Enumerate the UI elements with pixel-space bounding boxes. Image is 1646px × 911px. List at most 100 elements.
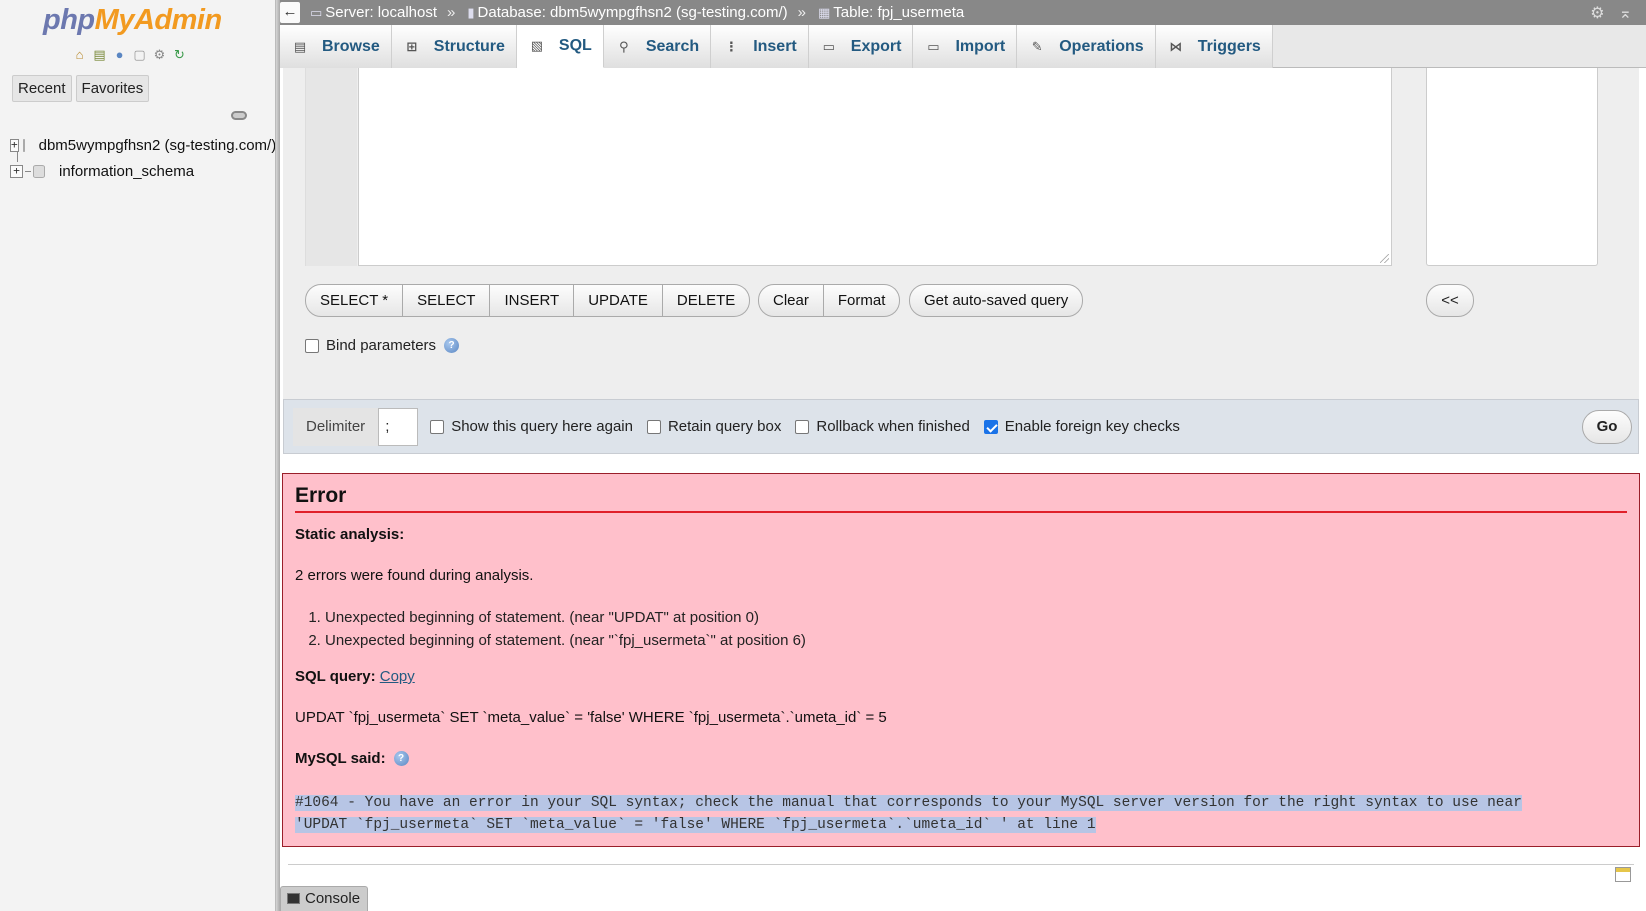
get-auto-saved-query-button[interactable]: Get auto-saved query — [909, 284, 1084, 317]
phpmyadmin-logo[interactable]: phpMyAdmin — [43, 3, 222, 37]
tree-item-information-schema[interactable]: + information_schema — [10, 158, 275, 184]
tab-sql[interactable]: ▧ SQL — [516, 25, 604, 68]
page-settings-icon[interactable] — [1615, 867, 1631, 882]
tab-label: SQL — [558, 37, 592, 54]
recent-favorites-tabs: Recent Favorites — [12, 75, 150, 102]
insert-icon: ⋮ — [724, 38, 738, 54]
mysql-error-line-2: 'UPDAT `fpj_usermeta` SET `meta_value` =… — [295, 817, 1096, 833]
error-title: Error — [295, 484, 1627, 513]
server-icon: ▭ — [310, 4, 323, 20]
foreign-key-checks-option[interactable]: Enable foreign key checks — [983, 418, 1180, 435]
sql-query-area: SELECT * SELECT INSERT UPDATE DELETE Cle… — [283, 68, 1639, 399]
breadcrumb-table[interactable]: ▦ Table: fpj_usermeta — [816, 4, 964, 21]
tab-label: Export — [850, 37, 902, 55]
navigation-resizer[interactable] — [276, 0, 280, 911]
mysql-error-line-1: #1064 - You have an error in your SQL sy… — [295, 795, 1522, 811]
foreign-key-checks-label[interactable]: Enable foreign key checks — [1005, 418, 1180, 435]
select-all-button[interactable]: SELECT * — [305, 284, 404, 317]
select-button[interactable]: SELECT — [403, 284, 491, 317]
retain-query-box-checkbox[interactable] — [646, 419, 661, 434]
sql-line-gutter — [305, 68, 357, 266]
resize-handle-icon[interactable] — [1380, 254, 1389, 263]
tab-label: Operations — [1059, 37, 1144, 55]
error-message-box: Error Static analysis: 2 errors were fou… — [282, 473, 1640, 847]
foreign-key-checks-checkbox[interactable] — [983, 419, 998, 434]
home-icon[interactable]: ⌂ — [71, 46, 88, 63]
database-tree: + dbm5wympgfhsn2 (sg-testing.com/) + inf… — [10, 132, 275, 184]
divider — [288, 864, 1634, 865]
tab-operations[interactable]: ✎ Operations — [1017, 25, 1156, 68]
breadcrumb-table-label[interactable]: Table: fpj_usermeta — [833, 4, 964, 21]
tab-label: Search — [645, 37, 700, 55]
reload-icon[interactable]: ↻ — [171, 46, 188, 63]
database-name[interactable]: dbm5wympgfhsn2 (sg-testing.com/) — [39, 137, 275, 154]
console-label: Console — [305, 890, 361, 907]
bind-parameters-label[interactable]: Bind parameters — [326, 337, 436, 354]
tab-insert[interactable]: ⋮ Insert — [711, 25, 809, 68]
tab-search[interactable]: ⚲ Search — [603, 25, 712, 68]
tab-import[interactable]: ▭ Import — [913, 25, 1018, 68]
bind-parameters-checkbox[interactable] — [305, 338, 319, 353]
tab-structure[interactable]: ⊞ Structure — [391, 25, 517, 68]
format-button[interactable]: Format — [823, 284, 901, 317]
tab-label: Import — [955, 37, 1006, 55]
breadcrumb-server[interactable]: ▭ Server: localhost — [308, 4, 437, 21]
breadcrumb-server-label[interactable]: Server: localhost — [325, 4, 437, 21]
settings-icon[interactable]: ⚙ — [151, 46, 168, 63]
logout-icon[interactable]: ▤ — [91, 46, 108, 63]
collapse-columns-button[interactable]: << — [1426, 284, 1474, 317]
collapse-top-icon[interactable]: ⌅ — [1619, 3, 1632, 23]
errors-found-text: 2 errors were found during analysis. — [295, 567, 534, 584]
mysql-said-row: MySQL said: ? — [295, 750, 409, 767]
delete-button[interactable]: DELETE — [662, 284, 751, 317]
error-list-item: Unexpected beginning of statement. (near… — [325, 606, 806, 629]
retain-query-box-label[interactable]: Retain query box — [668, 418, 781, 435]
go-button[interactable]: Go — [1582, 410, 1632, 444]
help-icon[interactable]: ● — [111, 46, 128, 63]
tab-browse[interactable]: ▤ Browse — [280, 25, 392, 68]
expand-icon[interactable]: + — [10, 138, 19, 152]
tab-export[interactable]: ▭ Export — [808, 25, 914, 68]
help-icon[interactable]: ? — [444, 338, 460, 353]
columns-list[interactable] — [1426, 68, 1598, 266]
mysql-error-code: #1064 - You have an error in your SQL sy… — [295, 792, 1522, 836]
operations-icon: ✎ — [1031, 38, 1043, 54]
docs-icon[interactable]: ▢ — [131, 46, 148, 63]
clear-button[interactable]: Clear — [758, 284, 824, 317]
settings-icon[interactable]: ⚙ — [1590, 3, 1604, 23]
tab-label: Browse — [322, 37, 380, 55]
collapse-navigation-button[interactable]: ← — [280, 2, 300, 23]
recent-tab[interactable]: Recent — [12, 75, 72, 102]
database-icon — [33, 164, 45, 178]
error-list: Unexpected beginning of statement. (near… — [325, 606, 806, 652]
show-query-again-label[interactable]: Show this query here again — [451, 418, 633, 435]
help-icon[interactable]: ? — [393, 751, 409, 766]
database-name[interactable]: information_schema — [59, 163, 194, 180]
update-button[interactable]: UPDATE — [574, 284, 663, 317]
import-icon: ▭ — [927, 38, 940, 54]
copy-query-link[interactable]: Copy — [380, 668, 415, 685]
show-query-again-option[interactable]: Show this query here again — [430, 418, 633, 435]
tab-triggers[interactable]: ⋈ Triggers — [1155, 25, 1273, 68]
breadcrumb-database[interactable]: ▮ Database: dbm5wympgfhsn2 (sg-testing.c… — [465, 4, 787, 21]
delimiter-input[interactable]: ; — [378, 407, 419, 446]
rollback-label[interactable]: Rollback when finished — [816, 418, 969, 435]
console-toggle[interactable]: Console — [280, 886, 368, 911]
nav-icon-bar: ⌂ ▤ ● ▢ ⚙ ↻ — [71, 46, 188, 63]
breadcrumb-database-label[interactable]: Database: dbm5wympgfhsn2 (sg-testing.com… — [478, 4, 788, 21]
tree-item-dbm5wympgfhsn2[interactable]: + dbm5wympgfhsn2 (sg-testing.com/) — [10, 132, 275, 158]
sql-icon: ▧ — [530, 38, 544, 53]
insert-button[interactable]: INSERT — [490, 284, 575, 317]
bind-parameters-row: Bind parameters ? — [305, 337, 460, 354]
rollback-option[interactable]: Rollback when finished — [795, 418, 970, 435]
delimiter-label: Delimiter — [293, 407, 379, 446]
link-with-main-panel-icon[interactable] — [231, 111, 247, 120]
show-query-again-checkbox[interactable] — [430, 419, 445, 434]
retain-query-box-option[interactable]: Retain query box — [646, 418, 781, 435]
rollback-checkbox[interactable] — [795, 419, 810, 434]
expand-icon[interactable]: + — [10, 164, 23, 178]
logo-myadmin: MyAdmin — [94, 4, 223, 36]
sql-query-textarea[interactable] — [358, 68, 1392, 266]
breadcrumb-separator: » — [447, 4, 456, 21]
favorites-tab[interactable]: Favorites — [75, 75, 150, 102]
